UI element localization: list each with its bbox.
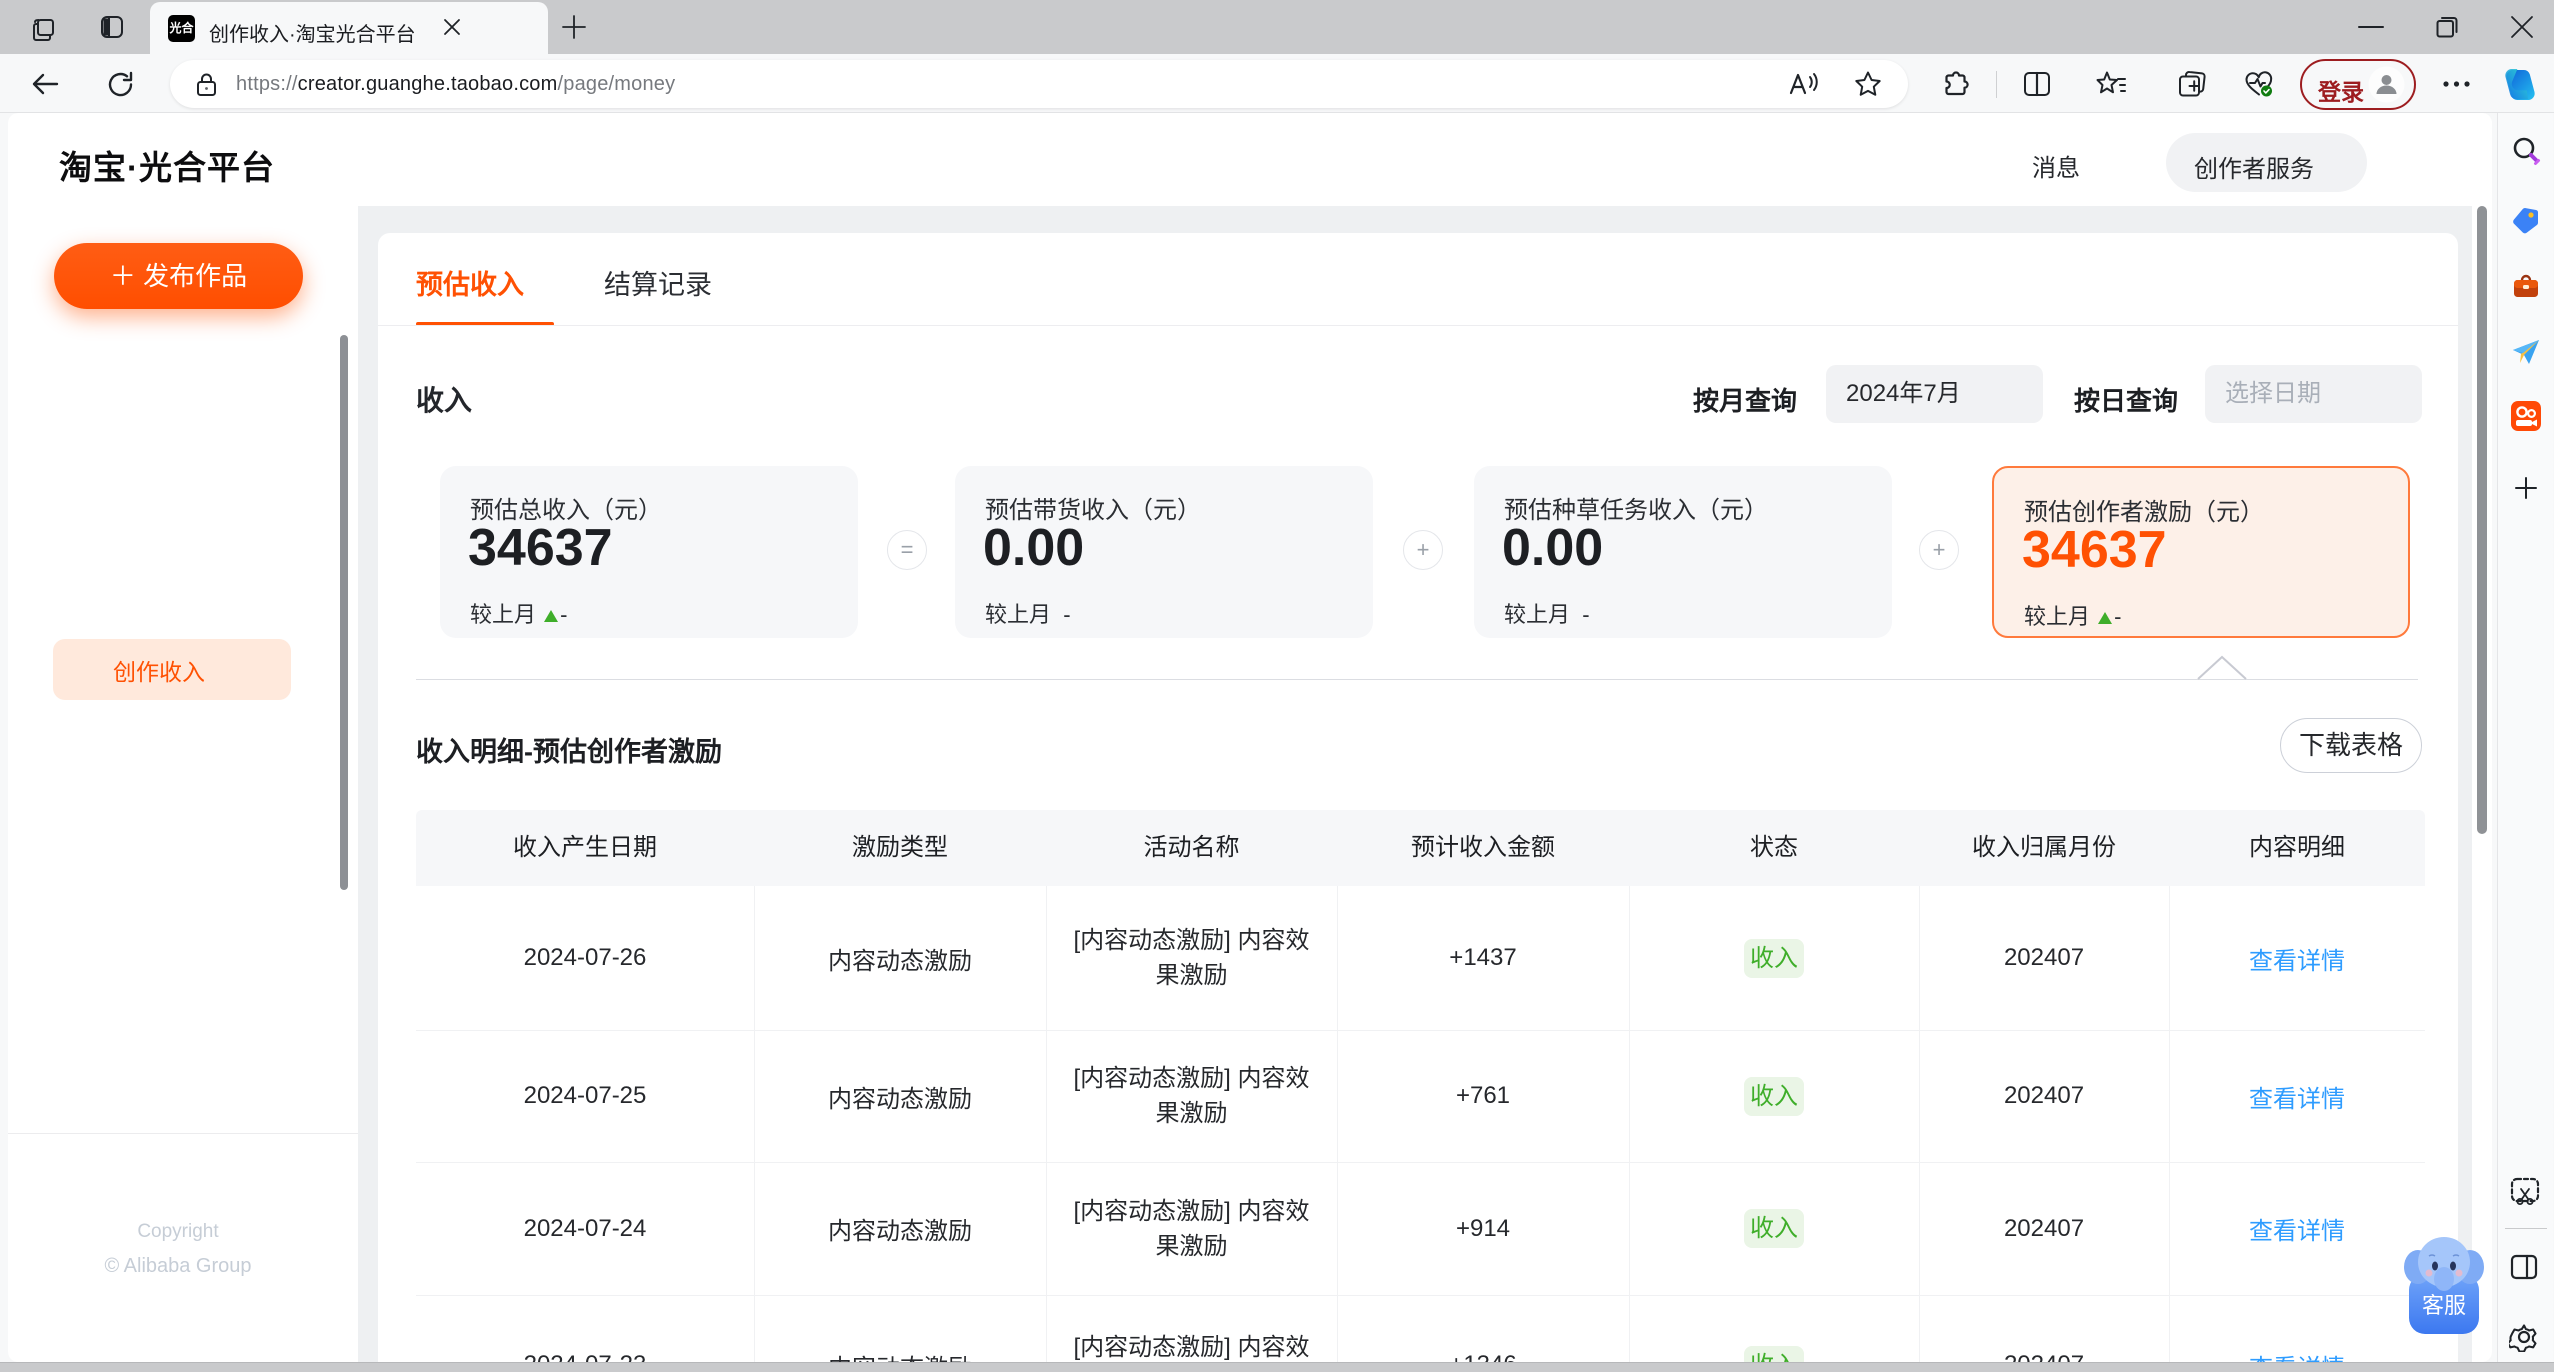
svg-text:客服: 客服	[2422, 1293, 2466, 1318]
